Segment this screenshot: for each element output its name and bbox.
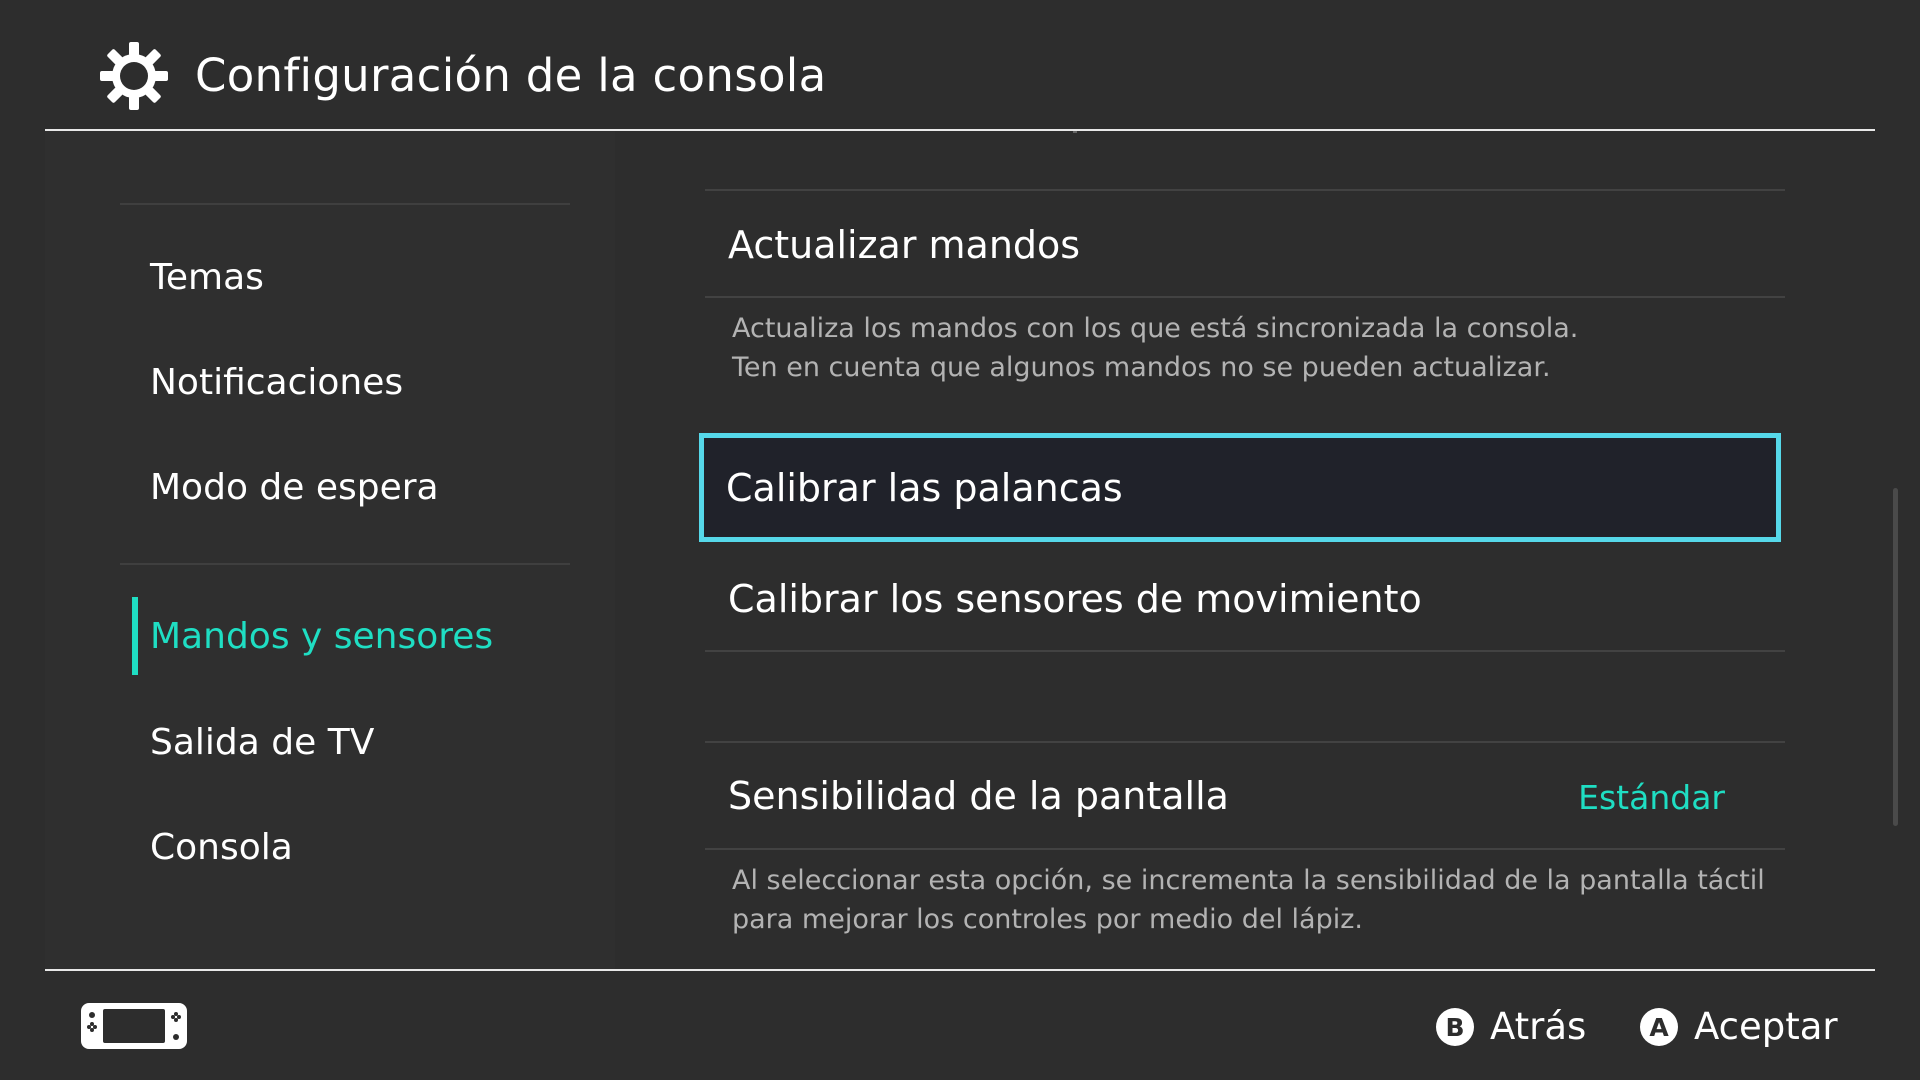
calibrate-sticks-item[interactable]: Calibrar las palancas	[699, 433, 1781, 542]
row-divider	[705, 741, 1785, 743]
sidebar-item-salida-de-tv[interactable]: Salida de TV	[150, 719, 374, 767]
row-divider	[705, 296, 1785, 298]
sidebar-divider	[120, 203, 570, 205]
touch-sensitivity-value: Estándar	[1578, 778, 1725, 817]
footer-divider	[45, 969, 1875, 971]
scrollbar[interactable]	[1893, 488, 1898, 826]
sidebar-divider	[120, 563, 570, 565]
row-divider	[705, 189, 1785, 191]
handheld-console-icon	[81, 1003, 187, 1049]
back-button[interactable]: B Atrás	[1436, 1002, 1586, 1052]
sidebar[interactable]: amiibo Temas Notificaciones Modo de espe…	[45, 131, 615, 969]
row-divider	[705, 650, 1785, 652]
sidebar-item-notificaciones[interactable]: Notificaciones	[150, 359, 403, 407]
page-title: Configuración de la consola	[195, 49, 827, 102]
update-controllers-item[interactable]: Actualizar mandos	[728, 219, 1080, 271]
accept-button[interactable]: A Aceptar	[1640, 1002, 1838, 1052]
calibrate-sticks-label: Calibrar las palancas	[726, 466, 1123, 510]
touch-sensitivity-desc-1: Al seleccionar esta opción, se increment…	[732, 865, 1765, 896]
a-button-icon: A	[1640, 1008, 1678, 1046]
sidebar-item-temas[interactable]: Temas	[150, 254, 264, 302]
calibrate-motion-sensors-item[interactable]: Calibrar los sensores de movimiento	[728, 573, 1422, 625]
b-button-icon: B	[1436, 1008, 1474, 1046]
touch-sensitivity-item[interactable]: Sensibilidad de la pantalla	[728, 770, 1229, 822]
gear-icon	[100, 42, 168, 110]
active-indicator	[132, 597, 138, 675]
accept-label: Aceptar	[1694, 1005, 1838, 1048]
back-label: Atrás	[1490, 1005, 1587, 1048]
sidebar-item-consola[interactable]: Consola	[150, 824, 293, 872]
sidebar-item-amiibo[interactable]: amiibo	[150, 131, 272, 136]
clipped-item-edge	[1073, 131, 1077, 133]
row-divider	[705, 848, 1785, 850]
update-controllers-desc-2: Ten en cuenta que algunos mandos no se p…	[732, 352, 1551, 383]
header: Configuración de la consola	[0, 0, 1920, 131]
update-controllers-desc-1: Actualiza los mandos con los que está si…	[732, 313, 1579, 344]
sidebar-item-mandos-y-sensores[interactable]: Mandos y sensores	[150, 613, 493, 661]
settings-list[interactable]: Actualizar mandos Actualiza los mandos c…	[615, 131, 1865, 969]
sidebar-item-modo-de-espera[interactable]: Modo de espera	[150, 464, 439, 512]
touch-sensitivity-desc-2: para mejorar los controles por medio del…	[732, 904, 1363, 935]
